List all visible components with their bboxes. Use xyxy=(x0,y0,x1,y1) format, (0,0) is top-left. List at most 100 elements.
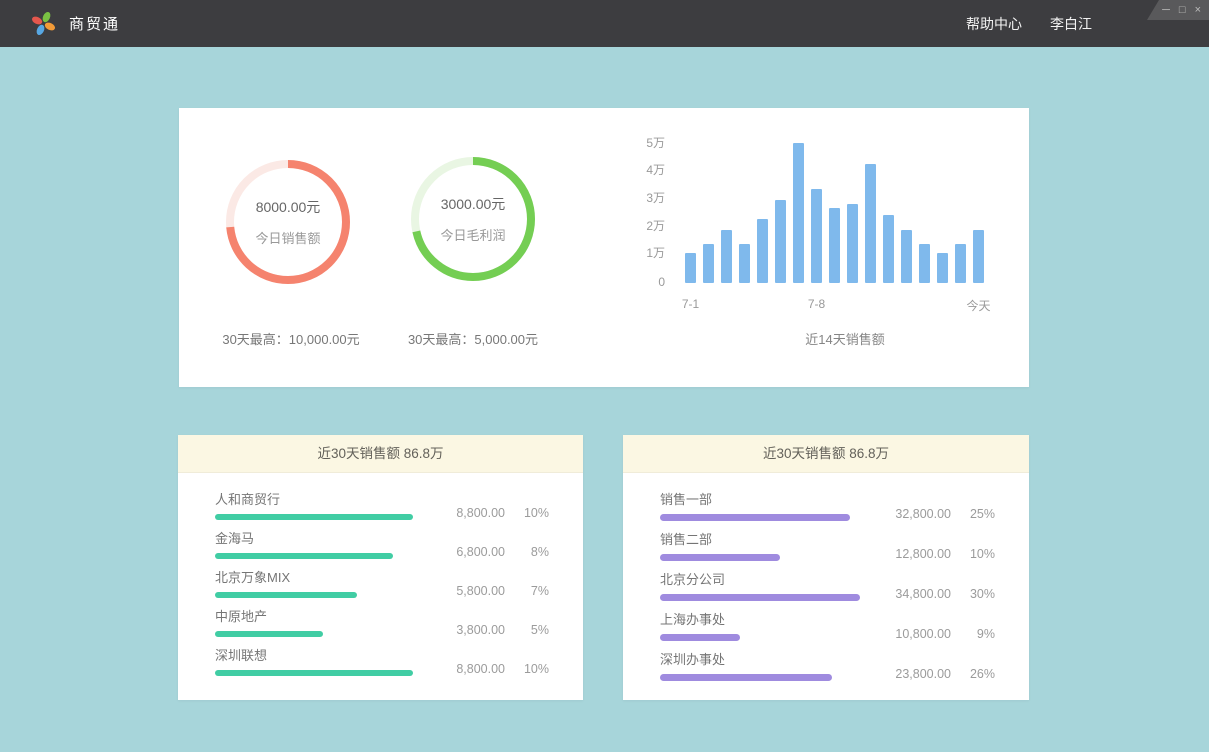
item-bar xyxy=(215,514,413,520)
sales-bar-plot xyxy=(685,133,984,283)
app-title: 商贸通 xyxy=(69,13,120,34)
item-percent: 8% xyxy=(505,545,549,559)
y-tick-label: 5万 xyxy=(619,134,665,151)
list-item: 北京分公司 34,800.0030% xyxy=(660,571,995,601)
item-bar xyxy=(215,631,323,637)
y-tick-label: 0 xyxy=(619,275,665,289)
sales-bar xyxy=(901,230,912,283)
item-percent: 10% xyxy=(505,506,549,520)
department-list: 销售一部 32,800.0025% 销售二部12,800.0010% 北京分公司 34,… xyxy=(623,473,1029,681)
sales-x-axis: 7-17-8今天 xyxy=(685,297,984,313)
item-percent: 30% xyxy=(951,587,995,601)
sales-bar xyxy=(865,164,876,283)
kpi-today-profit-donut: 3000.00元 今日毛利润 xyxy=(411,157,535,281)
item-percent: 10% xyxy=(505,662,549,676)
sales-bar xyxy=(883,215,894,283)
item-bar xyxy=(660,554,780,561)
top-navigation: 帮助中心 李白江 xyxy=(966,0,1092,47)
sales-bar xyxy=(919,244,930,283)
customer-ranking-title: 近30天销售额 86.8万 xyxy=(178,435,583,473)
sales-bar xyxy=(685,253,696,283)
sales-bar xyxy=(703,244,714,283)
item-name: 中原地产 xyxy=(215,608,415,625)
sales-bar xyxy=(847,204,858,283)
today-sales-label: 今日销售额 xyxy=(255,228,320,247)
list-item: 人和商贸行 8,800.0010% xyxy=(215,491,549,520)
close-icon[interactable]: × xyxy=(1195,5,1201,16)
kpi-today-sales-donut: 8000.00元 今日销售额 xyxy=(226,160,350,284)
item-amount: 23,800.00 xyxy=(865,667,951,681)
item-bar xyxy=(660,594,860,601)
sales-bar xyxy=(955,244,966,283)
list-item: 深圳联想 8,800.0010% xyxy=(215,647,549,676)
list-item: 深圳办事处 23,800.0026% xyxy=(660,651,995,681)
sales-bar xyxy=(775,200,786,283)
item-name: 人和商贸行 xyxy=(215,491,415,508)
item-bar xyxy=(660,514,850,521)
title-bar: 商贸通 帮助中心 李白江 ─ □ × xyxy=(0,0,1209,47)
item-amount: 6,800.00 xyxy=(419,545,505,559)
item-percent: 25% xyxy=(951,507,995,521)
list-item: 中原地产 3,800.005% xyxy=(215,608,549,637)
today-profit-label: 今日毛利润 xyxy=(440,225,505,244)
item-amount: 32,800.00 xyxy=(865,507,951,521)
item-name: 上海办事处 xyxy=(660,611,860,628)
user-name-link[interactable]: 李白江 xyxy=(1050,14,1092,34)
item-name: 深圳联想 xyxy=(215,647,415,664)
item-name: 深圳办事处 xyxy=(660,651,860,668)
item-name: 销售一部 xyxy=(660,491,860,508)
app-logo-pinwheel-icon xyxy=(30,10,57,37)
item-percent: 10% xyxy=(951,547,995,561)
item-amount: 5,800.00 xyxy=(419,584,505,598)
sales-bar xyxy=(973,230,984,283)
item-bar xyxy=(660,634,740,641)
sales-bar xyxy=(721,230,732,283)
y-tick-label: 3万 xyxy=(619,189,665,206)
item-percent: 7% xyxy=(505,584,549,598)
item-amount: 8,800.00 xyxy=(419,662,505,676)
window-controls: ─ □ × xyxy=(1147,0,1209,20)
item-bar xyxy=(215,592,357,598)
list-item: 销售二部12,800.0010% xyxy=(660,531,995,561)
department-ranking-title: 近30天销售额 86.8万 xyxy=(623,435,1029,473)
item-name: 金海马 xyxy=(215,530,415,547)
list-item: 上海办事处 10,800.009% xyxy=(660,611,995,641)
minimize-icon[interactable]: ─ xyxy=(1162,5,1170,16)
item-name: 北京万象MIX xyxy=(215,569,415,586)
sales-bar xyxy=(829,208,840,283)
list-item: 北京万象MIX 5,800.007% xyxy=(215,569,549,598)
item-bar xyxy=(215,670,413,676)
item-name: 销售二部 xyxy=(660,531,860,548)
sales-bar xyxy=(793,143,804,283)
today-profit-value: 3000.00元 xyxy=(441,194,506,214)
item-percent: 26% xyxy=(951,667,995,681)
y-tick-label: 4万 xyxy=(619,161,665,178)
item-amount: 34,800.00 xyxy=(865,587,951,601)
today-profit-30day-max: 30天最高：5,000.00元 xyxy=(363,329,583,348)
sales-bar xyxy=(937,253,948,283)
item-name: 北京分公司 xyxy=(660,571,860,588)
list-item: 销售一部 32,800.0025% xyxy=(660,491,995,521)
item-percent: 9% xyxy=(951,627,995,641)
item-amount: 10,800.00 xyxy=(865,627,951,641)
list-item: 金海马 6,800.008% xyxy=(215,530,549,559)
sales-chart-title: 近14天销售额 xyxy=(745,329,945,348)
x-tick-label: 今天 xyxy=(966,297,990,314)
item-bar xyxy=(215,553,393,559)
help-center-link[interactable]: 帮助中心 xyxy=(966,14,1022,34)
sales-bar xyxy=(757,219,768,283)
item-bar xyxy=(660,674,832,681)
department-ranking-card: 近30天销售额 86.8万 销售一部 32,800.0025% 销售二部12,800… xyxy=(623,435,1029,700)
sales-bar xyxy=(811,189,822,283)
sales-summary-card: 8000.00元 今日销售额 30天最高：10,000.00元 3000.00元… xyxy=(179,108,1029,387)
item-amount: 8,800.00 xyxy=(419,506,505,520)
sales-bar xyxy=(739,244,750,283)
x-tick-label: 7-1 xyxy=(682,297,699,311)
customer-list: 人和商贸行8,800.0010%金海马6,800.008%北京万象MIX5,80… xyxy=(178,473,583,676)
x-tick-label: 7-8 xyxy=(808,297,825,311)
customer-ranking-card: 近30天销售额 86.8万 人和商贸行8,800.0010%金海马6,800.0… xyxy=(178,435,583,700)
item-amount: 3,800.00 xyxy=(419,623,505,637)
item-percent: 5% xyxy=(505,623,549,637)
y-tick-label: 2万 xyxy=(619,217,665,234)
maximize-icon[interactable]: □ xyxy=(1179,5,1186,16)
